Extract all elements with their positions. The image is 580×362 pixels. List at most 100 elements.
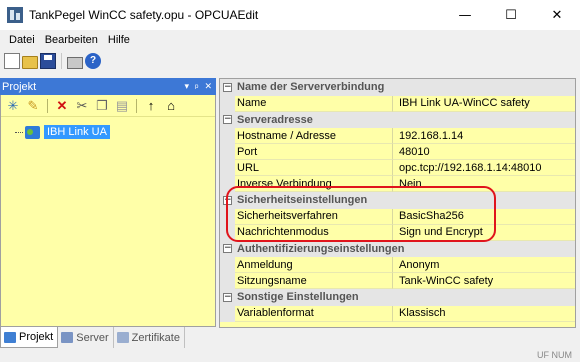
window-controls: — ☐ ✕: [442, 0, 580, 30]
window-title: TankPegel WinCC safety.opu - OPCUAEdit: [29, 8, 259, 22]
property-name: Name: [235, 95, 393, 112]
minimize-button[interactable]: —: [442, 0, 488, 30]
maximize-button[interactable]: ☐: [488, 0, 534, 30]
property-row[interactable]: Sitzungsname Tank-WinCC safety: [220, 273, 575, 289]
category-label: Serveradresse: [237, 113, 313, 126]
menu-bearbeiten[interactable]: Bearbeiten: [40, 34, 103, 46]
collapse-toggle-icon[interactable]: −: [223, 244, 232, 254]
property-row[interactable]: URL opc.tcp://192.168.1.14:48010: [220, 160, 575, 176]
toolbar-separator: [61, 53, 62, 69]
project-toolbar-separator-2: [136, 98, 137, 113]
collapse-toggle-icon[interactable]: −: [223, 82, 232, 92]
property-row[interactable]: Variablenformat Klassisch: [220, 305, 575, 322]
property-value[interactable]: Anonym: [393, 257, 575, 273]
property-value[interactable]: Nein: [393, 176, 575, 192]
category-row[interactable]: − Serveradresse: [220, 111, 575, 128]
menu-hilfe[interactable]: Hilfe: [103, 34, 135, 46]
tab-server[interactable]: Server: [58, 327, 114, 348]
move-up-icon[interactable]: ↑: [143, 98, 159, 114]
category-row[interactable]: − Name der Serververbindung: [220, 79, 575, 96]
new-file-icon[interactable]: [4, 53, 20, 69]
category-label: Authentifizierungseinstellungen: [237, 242, 405, 255]
property-row[interactable]: Hostname / Adresse 192.168.1.14: [220, 128, 575, 144]
property-name: Variablenformat: [235, 305, 393, 322]
save-icon[interactable]: [40, 53, 56, 69]
tab-label: Projekt: [19, 331, 54, 343]
tab-label: Zertifikate: [131, 331, 180, 344]
category-row[interactable]: − Sicherheitseinstellungen: [220, 192, 575, 209]
row-gutter: [220, 144, 235, 160]
project-toolbar: ✳ ✎ ✕ ✂ ❐ ▤ ↑ ⌂: [1, 95, 215, 117]
row-gutter: [220, 305, 235, 322]
property-name: Sicherheitsverfahren: [235, 208, 393, 225]
collapse-toggle-icon[interactable]: −: [223, 115, 232, 125]
property-name: Nachrichtenmodus: [235, 224, 393, 241]
home-icon[interactable]: ⌂: [163, 98, 179, 114]
delete-icon[interactable]: ✕: [54, 98, 70, 114]
property-row[interactable]: Port 48010: [220, 144, 575, 160]
tab-zertifikate[interactable]: Zertifikate: [114, 327, 185, 348]
pane-close-icon[interactable]: ✕: [204, 81, 212, 92]
tab-projekt[interactable]: Projekt: [0, 327, 59, 348]
category-row[interactable]: − Authentifizierungseinstellungen: [220, 240, 575, 257]
category-row[interactable]: − Sonstige Einstellungen: [220, 289, 575, 306]
menu-bar: Datei Bearbeiten Hilfe: [0, 30, 580, 50]
project-pane: Projekt ▾ ᵖ ✕ ✳ ✎ ✕ ✂ ❐ ▤ ↑ ⌂ IBH Link U…: [0, 78, 216, 348]
property-row[interactable]: Name IBH Link UA-WinCC safety: [220, 95, 575, 112]
tree-item-label: IBH Link UA: [44, 125, 110, 139]
print-icon[interactable]: [67, 57, 83, 69]
category-label: Name der Serververbindung: [237, 81, 385, 94]
property-value[interactable]: Sign und Encrypt: [393, 225, 575, 241]
status-indicators: UF NUM: [537, 350, 572, 360]
property-name: URL: [235, 160, 393, 176]
property-value[interactable]: 48010: [393, 144, 575, 160]
property-value[interactable]: Tank-WinCC safety: [393, 273, 575, 289]
row-gutter: [220, 95, 235, 112]
certificate-tab-icon: [116, 332, 129, 343]
edit-icon[interactable]: ✎: [25, 98, 41, 114]
main-toolbar: ?: [0, 50, 580, 72]
open-folder-icon[interactable]: [22, 55, 38, 69]
collapse-toggle-icon[interactable]: −: [223, 292, 232, 302]
add-server-icon[interactable]: ✳: [5, 98, 21, 114]
property-row[interactable]: Sicherheitsverfahren BasicSha256: [220, 208, 575, 225]
property-grid: − Name der Serververbindung Name IBH Lin…: [219, 78, 576, 328]
projekt-tab-icon: [4, 331, 16, 343]
paste-icon[interactable]: ▤: [114, 98, 130, 114]
close-button[interactable]: ✕: [534, 0, 580, 30]
row-gutter: [220, 224, 235, 241]
row-gutter: [220, 160, 235, 176]
tab-label: Server: [76, 331, 109, 344]
property-value[interactable]: opc.tcp://192.168.1.14:48010: [393, 160, 575, 176]
property-value[interactable]: IBH Link UA-WinCC safety: [393, 96, 575, 112]
property-row[interactable]: Anmeldung Anonym: [220, 257, 575, 273]
cut-icon[interactable]: ✂: [74, 98, 90, 114]
property-value[interactable]: BasicSha256: [393, 209, 575, 225]
row-gutter: [220, 273, 235, 289]
row-gutter: [220, 257, 235, 273]
tree-item-ibh-link-ua[interactable]: IBH Link UA: [15, 125, 110, 139]
category-label: Sicherheitseinstellungen: [237, 194, 368, 207]
property-value[interactable]: 192.168.1.14: [393, 128, 575, 144]
server-tab-icon: [61, 332, 74, 343]
property-row[interactable]: Nachrichtenmodus Sign und Encrypt: [220, 224, 575, 241]
row-gutter: [220, 128, 235, 144]
collapse-toggle-icon[interactable]: −: [223, 195, 232, 205]
pane-header-controls: ▾ ᵖ ✕: [185, 78, 212, 95]
server-node-icon: [25, 125, 40, 139]
property-name: Sitzungsname: [235, 273, 393, 289]
help-icon[interactable]: ?: [85, 53, 101, 69]
menu-datei[interactable]: Datei: [4, 34, 40, 46]
project-pane-title: Projekt: [2, 80, 37, 93]
tree-connector: [15, 131, 23, 133]
property-row[interactable]: Inverse Verbindung Nein: [220, 176, 575, 192]
row-gutter: [220, 176, 235, 192]
pane-dropdown-icon[interactable]: ▾: [185, 81, 190, 92]
project-pane-header: Projekt ▾ ᵖ ✕: [0, 78, 216, 95]
property-name: Hostname / Adresse: [235, 128, 393, 144]
property-value[interactable]: Klassisch: [393, 306, 575, 322]
project-pane-tabs: Projekt Server Zertifikate: [0, 327, 216, 348]
copy-icon[interactable]: ❐: [94, 98, 110, 114]
pane-pin-icon[interactable]: ᵖ: [195, 82, 198, 92]
project-tree-area: ✳ ✎ ✕ ✂ ❐ ▤ ↑ ⌂ IBH Link UA: [0, 95, 216, 327]
